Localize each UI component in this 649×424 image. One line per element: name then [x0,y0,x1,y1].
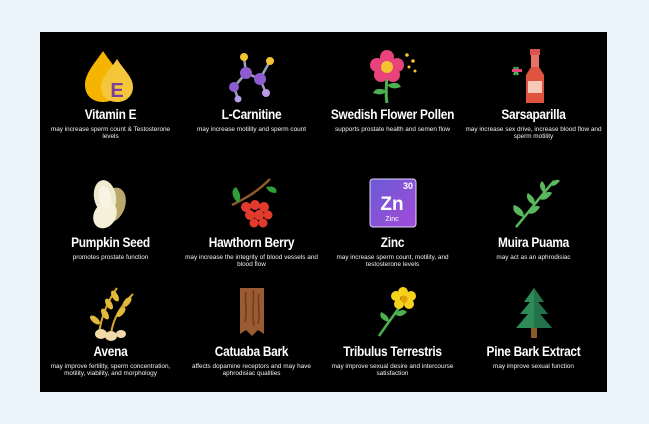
ingredient-description: may increase sperm count & Testosterone … [50,126,171,141]
bottle-icon [463,47,604,107]
bark-icon [181,284,322,344]
ingredient-name: Sarsaparilla [501,107,566,122]
ingredient-name: L-Carnitine [221,107,282,122]
flower-pollen-icon [322,47,463,107]
ingredient-description: supports prostate health and semen flow [334,126,451,133]
pumpkin-seed-icon [40,175,181,235]
ingredient-description: promotes prostate function [72,254,149,261]
pine-tree-icon [463,284,604,344]
ingredient-description: may increase sex drive, increase blood f… [465,126,602,141]
ingredients-panel: E Vitamin E may increase sperm count & T… [40,32,607,392]
ingredient-name: Tribulus Terrestris [343,344,442,359]
ingredient-description: may improve fertility, sperm concentrati… [50,363,171,378]
ingredient-description: may act as an aphrodisiac [496,254,571,261]
ingredient-description: may improve sexual desire and intercours… [331,363,454,378]
ingredient-description: may increase sperm count, motility, and … [336,254,449,269]
ingredient-description: may improve sexual function [493,363,574,370]
ingredient-name: Catuaba Bark [214,344,289,359]
ingredient-name: Swedish Flower Pollen [330,107,455,122]
zinc-label: Zinc [385,216,399,223]
zinc-atomic-number: 30 [402,181,412,191]
ingredient-name: Pumpkin Seed [71,235,150,250]
zinc-element-icon: 30 Zn Zinc [322,175,463,235]
ingredient-name: Vitamin E [84,107,137,122]
berry-branch-icon [181,175,322,235]
ingredient-description: may increase motility and sperm count [196,126,307,133]
ingredient-name: Zinc [380,235,405,250]
vitamin-e-badge: E [110,80,123,102]
vitamin-e-drop-icon: E [40,47,181,107]
molecule-icon [181,47,322,107]
yellow-flower-icon [322,284,463,344]
leaf-branch-icon [463,175,604,235]
ingredient-name: Hawthorn Berry [208,235,295,250]
oat-icon [40,284,181,344]
ingredient-description: may increase the integrity of blood vess… [185,254,318,269]
ingredient-name: Avena [93,344,128,359]
ingredient-description: affects dopamine receptors and may have … [192,363,311,378]
ingredient-name: Pine Bark Extract [486,344,581,359]
ingredient-name: Muira Puama [497,235,570,250]
zinc-symbol: Zn [380,194,403,215]
